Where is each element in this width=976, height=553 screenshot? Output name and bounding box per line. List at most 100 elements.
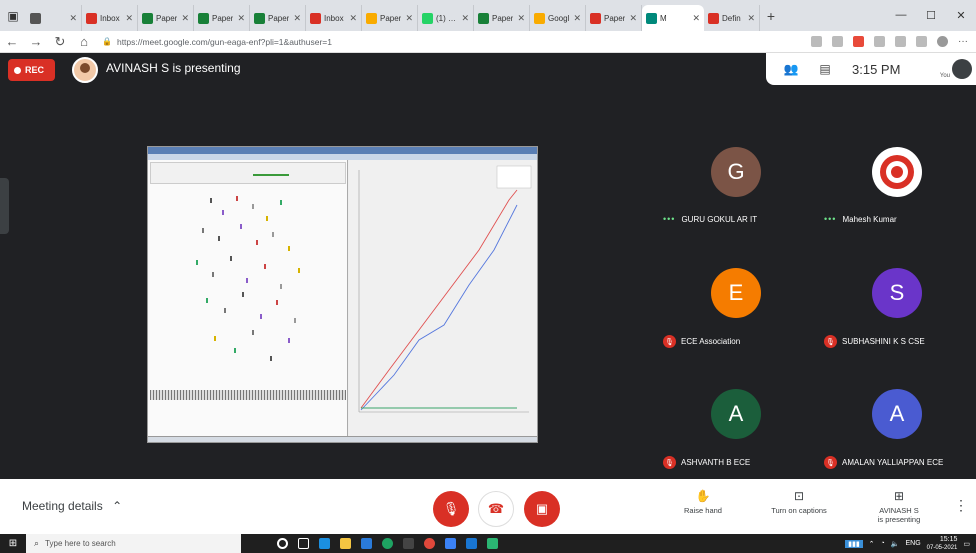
more-options-icon[interactable]: ⋮	[954, 497, 968, 514]
taskbar-search[interactable]: ⌕ Type here to search	[26, 534, 241, 553]
raise-hand-button[interactable]: ✋ Raise hand	[675, 489, 731, 515]
battery-icon[interactable]: ▮▮▮	[845, 539, 863, 548]
browser-tab[interactable]: Paper ✕	[194, 5, 250, 31]
present-now-button[interactable]: ⊞ AVINASH S is presenting	[868, 489, 930, 524]
meeting-controls: Meeting details ⌃ 🎙 ☎ ▣ ✋ Raise hand ⊡ T…	[0, 479, 976, 534]
volume-icon[interactable]: 🔈	[891, 540, 900, 548]
windows-start-icon[interactable]: ⊞	[0, 538, 26, 549]
extension-icon[interactable]	[811, 36, 822, 47]
browser-tab[interactable]: (1) Wh ✕	[418, 5, 474, 31]
participant-initial: E	[728, 280, 744, 305]
browser-tab[interactable]: Paper ✕	[250, 5, 306, 31]
tab-favicon-icon	[86, 12, 97, 24]
meeting-details-button[interactable]: Meeting details ⌃	[22, 499, 122, 513]
browser-tab[interactable]: Googl ✕	[530, 5, 586, 31]
reload-icon[interactable]: ↻	[48, 34, 72, 50]
profile-icon[interactable]	[937, 36, 948, 47]
edge-icon[interactable]	[319, 538, 330, 549]
tab-label: Inbox	[324, 13, 344, 23]
store-icon[interactable]	[361, 538, 372, 549]
new-tab-button[interactable]: +	[760, 8, 782, 24]
app-icon[interactable]	[466, 538, 477, 549]
network-icon[interactable]: ◔	[881, 540, 885, 547]
file-explorer-icon[interactable]	[340, 538, 351, 549]
browser-tab[interactable]: Paper ✕	[138, 5, 194, 31]
tab-close-icon[interactable]: ✕	[69, 13, 77, 24]
tab-close-icon[interactable]: ✕	[125, 13, 133, 24]
mic-toggle-button[interactable]: 🎙	[433, 491, 469, 527]
mic-off-icon: 🎙	[824, 456, 837, 469]
taskbar-clock[interactable]: 15:15 07-05-2021	[927, 536, 958, 552]
participant-tile[interactable]: G ••• GURU GOKUL AR IT	[653, 115, 814, 236]
more-icon[interactable]: ···	[958, 36, 968, 47]
people-icon[interactable]: 👥	[774, 62, 808, 76]
side-panel-handle[interactable]	[0, 178, 9, 234]
tab-close-icon[interactable]: ✕	[629, 13, 637, 24]
participant-tile[interactable]: E 🎙 ECE Association	[653, 236, 814, 357]
browser-tab[interactable]: Paper ✕	[586, 5, 642, 31]
tab-close-icon[interactable]: ✕	[461, 13, 469, 24]
tab-close-icon[interactable]: ✕	[349, 13, 357, 24]
browser-tab[interactable]: Inbox ✕	[306, 5, 362, 31]
notifications-icon[interactable]: ▭	[963, 540, 970, 548]
graph-panel	[349, 160, 537, 442]
cortana-icon[interactable]	[277, 538, 288, 549]
participant-tile[interactable]: A 🎙 ASHVANTH B ECE	[653, 357, 814, 478]
tab-close-icon[interactable]: ✕	[517, 13, 525, 24]
minimize-icon[interactable]: —	[886, 9, 916, 22]
extension-icon[interactable]	[832, 36, 843, 47]
shared-screen	[147, 146, 538, 443]
forward-icon[interactable]: →	[24, 34, 48, 49]
maximize-icon[interactable]: ☐	[916, 9, 946, 22]
tab-close-icon[interactable]: ✕	[293, 13, 301, 24]
app-icon[interactable]	[403, 538, 414, 549]
tab-close-icon[interactable]: ✕	[573, 13, 581, 24]
participant-name: AMALAN YALLIAPPAN ECE	[842, 458, 944, 467]
app-icon[interactable]	[382, 538, 393, 549]
tab-close-icon[interactable]: ✕	[237, 13, 245, 24]
tab-close-icon[interactable]: ✕	[692, 13, 700, 24]
meeting-info-panel: 👥 ▤ 3:15 PM You	[766, 53, 976, 85]
tab-favicon-icon	[590, 12, 601, 24]
participant-tile[interactable]: A 🎙 AMALAN YALLIAPPAN ECE	[814, 357, 975, 478]
sim-node	[222, 210, 224, 215]
tab-close-icon[interactable]: ✕	[181, 13, 189, 24]
sim-node	[212, 272, 214, 277]
extension-icon[interactable]	[853, 36, 864, 47]
back-icon[interactable]: ←	[0, 34, 24, 49]
tab-label: Inbox	[100, 13, 120, 23]
url-field[interactable]: 🔒 https://meet.google.com/gun-eaga-enf?p…	[102, 33, 502, 51]
favorites-icon[interactable]	[895, 36, 906, 47]
leave-call-button[interactable]: ☎	[478, 491, 514, 527]
chevron-up-icon[interactable]: ⌃	[869, 540, 875, 548]
chat-icon[interactable]: ▤	[808, 62, 842, 76]
tab-actions-icon[interactable]: ▣	[0, 0, 26, 31]
browser-tab[interactable]: Inbox ✕	[82, 5, 138, 31]
collections-icon[interactable]	[916, 36, 927, 47]
browser-tab[interactable]: ✕	[26, 5, 82, 31]
browser-tab[interactable]: Defin ✕	[704, 5, 760, 31]
tray-lang[interactable]: ENG	[906, 540, 921, 547]
tab-favicon-icon	[708, 12, 719, 24]
app-icon[interactable]	[487, 538, 498, 549]
self-avatar[interactable]	[952, 59, 972, 79]
participant-tile[interactable]: ••• Mahesh Kumar	[814, 115, 975, 236]
participant-tile[interactable]: S 🎙 SUBHASHINI K S CSE	[814, 236, 975, 357]
tab-label: M	[660, 13, 667, 23]
extension-icon[interactable]	[874, 36, 885, 47]
browser-tab[interactable]: Paper ✕	[474, 5, 530, 31]
captions-button[interactable]: ⊡ Turn on captions	[760, 489, 838, 515]
chrome-icon[interactable]	[424, 538, 435, 549]
sim-node	[294, 318, 296, 323]
participant-initial: A	[889, 401, 905, 426]
camera-toggle-button[interactable]: ▣	[524, 491, 560, 527]
tab-close-icon[interactable]: ✕	[747, 13, 755, 24]
browser-tab[interactable]: M ✕	[642, 5, 704, 31]
browser-tab[interactable]: Paper ✕	[362, 5, 418, 31]
tab-close-icon[interactable]: ✕	[405, 13, 413, 24]
home-icon[interactable]: ⌂	[72, 34, 96, 49]
app-icon[interactable]	[445, 538, 456, 549]
task-view-icon[interactable]	[298, 538, 309, 549]
sim-node	[240, 224, 242, 229]
close-window-icon[interactable]: ✕	[946, 9, 976, 22]
